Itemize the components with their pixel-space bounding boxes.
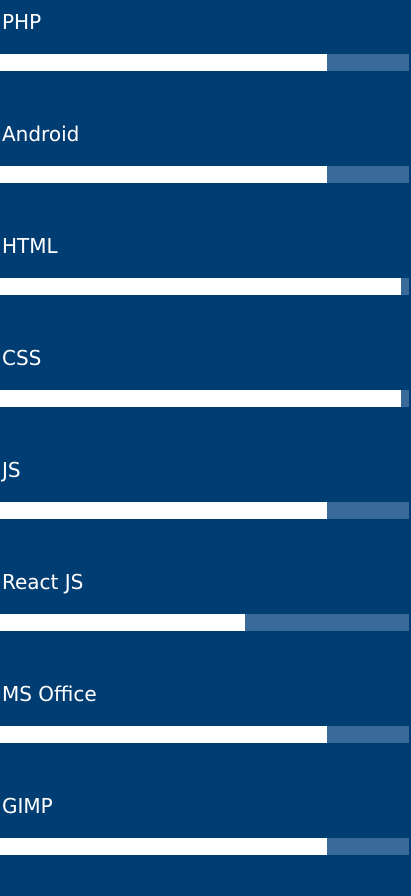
- skill-progress-fill: [0, 838, 328, 855]
- skill-label: GIMP: [2, 794, 53, 818]
- skill-item-html: HTML: [0, 224, 411, 336]
- skill-label: PHP: [2, 10, 42, 34]
- skill-progress-fill: [0, 54, 328, 71]
- skill-progress-fill: [0, 614, 246, 631]
- skill-progress-track: [0, 278, 409, 295]
- skill-label: MS Office: [2, 682, 97, 706]
- skill-progress-track: [0, 838, 409, 855]
- skill-label: CSS: [2, 346, 42, 370]
- skill-progress-fill: [0, 278, 401, 295]
- skill-item-ms-office: MS Office: [0, 672, 411, 784]
- skill-progress-fill: [0, 502, 328, 519]
- skill-item-css: CSS: [0, 336, 411, 448]
- skill-label: JS: [2, 458, 21, 482]
- skill-item-js: JS: [0, 448, 411, 560]
- skill-item-gimp: GIMP: [0, 784, 411, 896]
- skill-progress-track: [0, 726, 409, 743]
- skill-progress-fill: [0, 390, 401, 407]
- skill-progress-fill: [0, 726, 328, 743]
- skill-progress-track: [0, 614, 409, 631]
- skill-item-php: PHP: [0, 0, 411, 112]
- skills-list: PHP Android HTML CSS JS React JS MS Offi…: [0, 0, 411, 858]
- skill-item-android: Android: [0, 112, 411, 224]
- skill-progress-track: [0, 390, 409, 407]
- skill-progress-fill: [0, 166, 328, 183]
- skill-progress-track: [0, 502, 409, 519]
- skill-progress-track: [0, 54, 409, 71]
- skill-label: Android: [2, 122, 80, 146]
- skill-item-react-js: React JS: [0, 560, 411, 672]
- skill-label: HTML: [2, 234, 58, 258]
- skill-progress-track: [0, 166, 409, 183]
- skill-label: React JS: [2, 570, 84, 594]
